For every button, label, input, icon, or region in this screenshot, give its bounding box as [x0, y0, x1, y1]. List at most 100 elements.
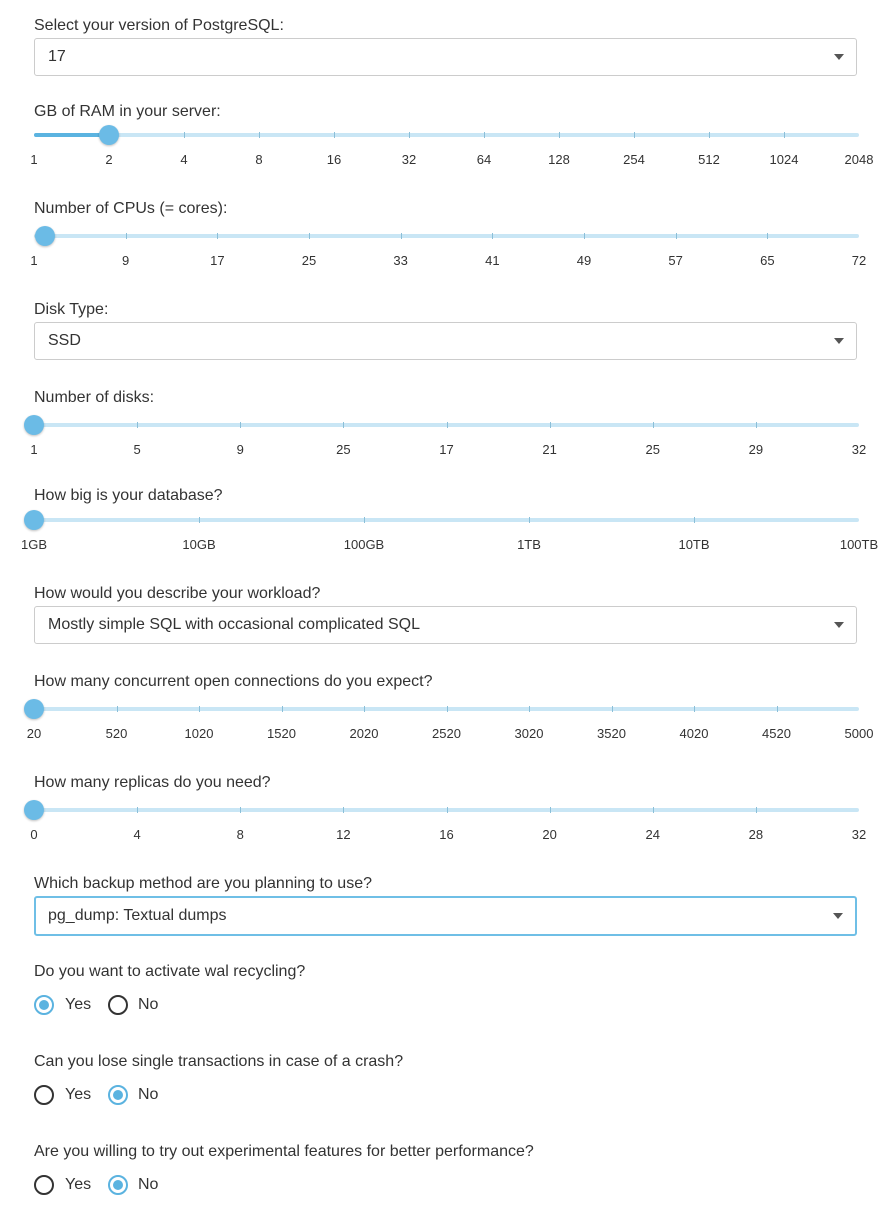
ram-tick-label: 2	[105, 152, 113, 167]
wal-recycling-yes-radio[interactable]	[34, 995, 54, 1015]
connections-slider-tick	[694, 706, 695, 712]
db_size-slider-handle[interactable]	[24, 510, 44, 530]
connections-slider-tick	[364, 706, 365, 712]
db_size-tick-label: 100TB	[839, 537, 879, 552]
ram-slider-tick	[484, 132, 485, 138]
replicas-tick-label: 0	[30, 827, 38, 842]
ram-slider-tick	[559, 132, 560, 138]
cpus-tick-label: 9	[122, 253, 130, 268]
disk-type-select[interactable]: SSD	[34, 322, 857, 360]
connections-slider-tick	[116, 706, 118, 712]
replicas-tick-label: 4	[133, 827, 141, 842]
cpus-tick-label: 33	[393, 253, 408, 268]
ram-slider-track[interactable]	[34, 133, 859, 137]
db_size-slider-tick	[364, 517, 365, 523]
db_size-slider-tick	[199, 517, 200, 523]
chevron-down-icon	[834, 622, 844, 628]
disks-slider[interactable]	[24, 413, 859, 437]
connections-slider[interactable]	[24, 697, 859, 721]
ram-tick-label: 2048	[844, 152, 874, 167]
wal-recycling-label: Do you want to activate wal recycling?	[34, 963, 306, 980]
chevron-down-icon	[834, 338, 844, 344]
cpus-slider-tick	[125, 233, 127, 239]
lose-transactions-no-label[interactable]: No	[138, 1086, 158, 1104]
connections-slider-tick	[281, 706, 283, 712]
connections-tick-label: 1520	[267, 726, 296, 741]
disks-slider-tick	[446, 422, 448, 428]
connections-tick-label: 4520	[762, 726, 791, 741]
disks-slider-handle[interactable]	[24, 415, 44, 435]
db-size-tick-labels: 1GB 10GB 100GB 1TB 10TB 100TB	[21, 537, 878, 555]
ram-slider[interactable]	[34, 123, 859, 147]
experimental-yes-label[interactable]: Yes	[65, 1176, 91, 1194]
pg-version-select[interactable]: 17	[34, 38, 857, 76]
disks-tick-label: 32	[851, 442, 867, 457]
connections-tick-label: 2020	[349, 726, 379, 741]
backup-select[interactable]: pg_dump: Textual dumps	[34, 896, 857, 936]
replicas-slider-tick	[446, 807, 448, 813]
replicas-slider-tick	[549, 807, 551, 813]
db_size-slider-track[interactable]	[34, 518, 859, 522]
experimental-label: Are you willing to try out experimental …	[34, 1143, 534, 1160]
replicas-slider-tick	[137, 807, 139, 813]
lose-transactions-yes-radio[interactable]	[34, 1085, 54, 1105]
replicas-slider-tick	[652, 807, 654, 813]
db-size-slider[interactable]	[24, 508, 859, 532]
disks-tick-label: 29	[748, 442, 764, 457]
replicas-tick-label: 8	[236, 827, 244, 842]
connections-slider-tick	[199, 706, 200, 712]
lose-transactions-no-radio[interactable]	[108, 1085, 128, 1105]
workload-select[interactable]: Mostly simple SQL with occasional compli…	[34, 606, 857, 644]
cpus-slider-tick	[492, 233, 494, 239]
disks-tick-label: 9	[236, 442, 244, 457]
replicas-tick-label: 24	[645, 827, 660, 842]
cpus-slider-tick	[584, 233, 585, 239]
disks-slider-tick	[240, 422, 242, 428]
connections-slider-handle[interactable]	[24, 699, 44, 719]
workload-label: How would you describe your workload?	[34, 585, 321, 602]
cpus-tick-label: 25	[301, 253, 317, 268]
connections-slider-tick	[446, 706, 448, 712]
cpus-tick-label: 49	[576, 253, 592, 268]
wal-recycling-yes-label[interactable]: Yes	[65, 996, 91, 1014]
ram-tick-label: 32	[401, 152, 417, 167]
replicas-tick-label: 12	[336, 827, 351, 842]
connections-slider-tick	[529, 706, 530, 712]
pg-version-value: 17	[48, 48, 66, 65]
ram-tick-label: 1024	[769, 152, 799, 167]
backup-label: Which backup method are you planning to …	[34, 875, 372, 892]
replicas-slider[interactable]	[24, 798, 859, 822]
experimental-yes-radio[interactable]	[34, 1175, 54, 1195]
ram-tick-label: 1	[30, 152, 38, 167]
disks-tick-label: 1	[30, 442, 38, 457]
chevron-down-icon	[833, 913, 843, 919]
cpus-tick-labels: 1 9 17 25 33 41 49 57 65 72	[30, 253, 866, 271]
ram-slider-tick	[334, 132, 335, 138]
lose-transactions-label: Can you lose single transactions in case…	[34, 1053, 404, 1070]
disks-slider-tick	[652, 422, 654, 428]
ram-tick-label: 512	[698, 152, 720, 167]
wal-recycling-no-radio[interactable]	[108, 995, 128, 1015]
disks-tick-label: 5	[133, 442, 141, 457]
disk-type-label: Disk Type:	[34, 301, 109, 318]
ram-tick-label: 254	[623, 152, 645, 167]
replicas-tick-label: 28	[748, 827, 764, 842]
disks-slider-tick	[343, 422, 345, 428]
cpus-label: Number of CPUs (= cores):	[34, 200, 228, 217]
experimental-no-radio[interactable]	[108, 1175, 128, 1195]
ram-slider-tick	[184, 132, 185, 138]
db_size-tick-label: 1TB	[517, 537, 541, 552]
connections-tick-label: 5000	[844, 726, 874, 741]
experimental-no-label[interactable]: No	[138, 1176, 158, 1194]
replicas-slider-handle[interactable]	[24, 800, 44, 820]
cpus-slider-track[interactable]	[34, 234, 859, 238]
lose-transactions-yes-label[interactable]: Yes	[65, 1086, 91, 1104]
cpus-tick-label: 1	[30, 253, 38, 268]
cpus-slider[interactable]	[34, 224, 859, 248]
wal-recycling-no-label[interactable]: No	[138, 996, 158, 1014]
disks-tick-label: 25	[645, 442, 660, 457]
ram-tick-label: 128	[548, 152, 570, 167]
connections-slider-tick	[776, 706, 778, 712]
cpus-slider-handle[interactable]	[35, 226, 55, 246]
ram-slider-handle[interactable]	[99, 125, 119, 145]
